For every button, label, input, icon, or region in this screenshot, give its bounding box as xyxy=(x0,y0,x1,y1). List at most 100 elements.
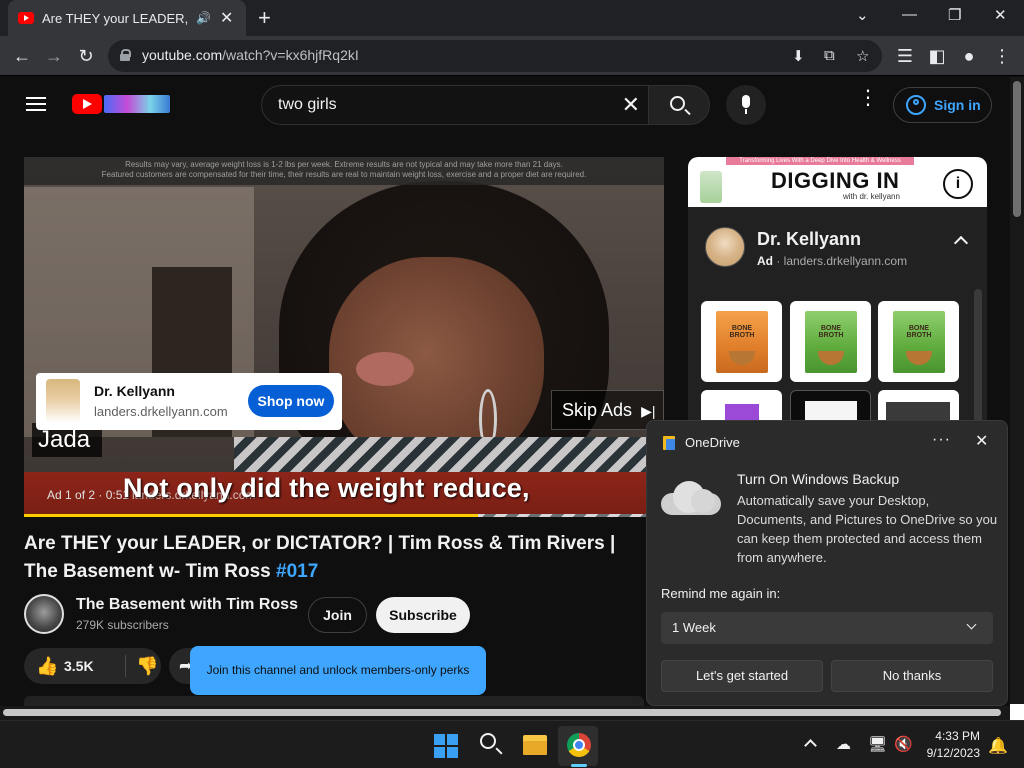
onedrive-tray-icon[interactable]: ☁ xyxy=(836,735,851,753)
product-label: BONE BROTH xyxy=(729,325,755,339)
no-thanks-button[interactable]: No thanks xyxy=(831,660,993,692)
clock-time[interactable]: 4:33 PM xyxy=(934,729,980,743)
lock-icon[interactable] xyxy=(120,49,131,61)
bookmark-star-icon[interactable]: ☆ xyxy=(856,47,869,65)
ad-card-domain: landers.drkellyann.com xyxy=(94,404,228,419)
subscribe-button[interactable]: Subscribe xyxy=(376,597,470,633)
skip-next-icon: ▶| xyxy=(641,403,656,419)
forward-button[interactable]: → xyxy=(42,44,66,68)
sign-in-button[interactable]: Sign in xyxy=(893,87,992,123)
panel-scrollbar[interactable] xyxy=(974,289,982,427)
product-card[interactable]: BONE BROTH xyxy=(701,301,782,382)
ad-domain[interactable]: landers.drkellyann.com xyxy=(784,254,907,268)
onedrive-notification: OneDrive ··· ✕ Turn On Windows Backup Au… xyxy=(646,420,1008,706)
description-box[interactable] xyxy=(24,696,644,706)
scrollbar-corner xyxy=(1010,704,1024,720)
url-host: youtube.com xyxy=(142,47,223,63)
profile-icon[interactable]: ● xyxy=(957,44,981,68)
settings-menu-icon[interactable]: ⋮ xyxy=(858,88,878,108)
account-icon xyxy=(906,95,926,115)
product-card[interactable]: BONE BROTH xyxy=(878,301,959,382)
guide-menu-icon[interactable] xyxy=(26,97,46,111)
ad-progress-bar[interactable] xyxy=(24,514,664,517)
volume-muted-icon[interactable]: 🔇 xyxy=(894,735,913,753)
video-frame-mouth xyxy=(356,352,414,386)
address-bar[interactable]: youtube.com/watch?v=kx6hjfRq2kI ⬇ ⧉ ☆ xyxy=(108,40,882,72)
tab-title: Are THEY your LEADER, or DI xyxy=(42,10,192,26)
minimize-button[interactable]: — xyxy=(902,6,917,23)
side-panel-icon[interactable]: ◧ xyxy=(925,44,949,68)
sidebar-ad-panel: Dr. Kellyann Ad · landers.drkellyann.com… xyxy=(688,207,987,431)
notification-body: Automatically save your Desktop, Documen… xyxy=(737,493,998,565)
dislike-icon[interactable]: 👎 xyxy=(136,656,158,677)
banner-title: DIGGING IN xyxy=(771,168,900,193)
advertiser-avatar xyxy=(46,379,80,423)
horizontal-scroll-thumb[interactable] xyxy=(3,709,1001,716)
remind-interval-select[interactable]: 1 Week xyxy=(661,612,993,644)
video-player[interactable]: Results may vary, average weight loss is… xyxy=(24,157,664,517)
subscriber-count: 279K subscribers xyxy=(76,618,169,632)
restore-button[interactable]: ❐ xyxy=(948,6,961,24)
channel-avatar[interactable] xyxy=(24,594,64,634)
ad-overlay-card[interactable]: Dr. Kellyann landers.drkellyann.com Shop… xyxy=(36,373,342,430)
page-horizontal-scrollbar[interactable] xyxy=(0,706,1010,720)
youtube-doodle[interactable] xyxy=(104,95,170,113)
notification-app-name: OneDrive xyxy=(685,435,740,450)
url-text[interactable]: youtube.com/watch?v=kx6hjfRq2kI xyxy=(142,47,359,63)
clock-date[interactable]: 9/12/2023 xyxy=(918,746,980,760)
voice-search-button[interactable] xyxy=(726,85,766,125)
remind-label: Remind me again in: xyxy=(661,586,781,601)
show-hidden-icons-chevron[interactable] xyxy=(804,739,817,752)
advertiser-avatar[interactable] xyxy=(705,227,745,267)
collapse-chevron-icon[interactable] xyxy=(953,235,969,251)
search-button[interactable] xyxy=(648,85,710,125)
youtube-logo-icon[interactable] xyxy=(72,94,102,114)
new-tab-button[interactable]: + xyxy=(258,5,271,31)
url-path: /watch?v=kx6hjfRq2kI xyxy=(222,47,359,63)
chrome-menu-icon[interactable]: ⋮ xyxy=(990,44,1014,68)
tab-search-chevron-icon[interactable]: ⌄ xyxy=(856,6,869,24)
join-button[interactable]: Join xyxy=(308,597,367,633)
like-count[interactable]: 3.5K xyxy=(64,658,94,674)
ad-disclaimer: Results may vary, average weight loss is… xyxy=(24,157,664,185)
network-icon[interactable]: 🖥 xyxy=(868,735,887,753)
video-hashtag[interactable]: #017 xyxy=(276,561,318,582)
browser-tab[interactable]: Are THEY your LEADER, or DI 🔊 ✕ xyxy=(8,0,246,36)
product-card[interactable]: BONE BROTH xyxy=(790,301,871,382)
tab-close-icon[interactable]: ✕ xyxy=(220,8,233,28)
file-explorer-icon[interactable] xyxy=(523,735,547,755)
ad-progress-fill xyxy=(24,514,479,517)
shop-now-button[interactable]: Shop now xyxy=(248,385,334,417)
clear-search-icon[interactable]: ✕ xyxy=(622,92,640,118)
reload-button[interactable]: ↻ xyxy=(74,44,98,68)
banner-product-jar xyxy=(700,171,722,203)
ad-info-icon[interactable]: i xyxy=(943,169,973,199)
lets-get-started-button[interactable]: Let's get started xyxy=(661,660,823,692)
vertical-scroll-thumb[interactable] xyxy=(1013,81,1021,217)
channel-name[interactable]: The Basement with Tim Ross xyxy=(76,596,298,614)
search-input[interactable]: two girls ✕ xyxy=(261,85,649,125)
sign-in-label: Sign in xyxy=(934,97,981,113)
onedrive-cloud-icon xyxy=(661,479,721,515)
close-window-button[interactable]: ✕ xyxy=(994,6,1007,24)
share-icon[interactable]: ⧉ xyxy=(824,47,835,64)
install-app-icon[interactable]: ⬇ xyxy=(792,47,805,65)
back-button[interactable]: ← xyxy=(10,44,34,68)
more-options-icon[interactable]: ··· xyxy=(932,431,951,449)
page-vertical-scrollbar[interactable] xyxy=(1010,77,1024,707)
notification-bell-icon[interactable]: 🔔 xyxy=(988,736,1008,756)
media-control-icon[interactable]: ☰ xyxy=(893,44,917,68)
remind-interval-value: 1 Week xyxy=(672,620,716,635)
advertiser-name[interactable]: Dr. Kellyann xyxy=(757,229,861,250)
start-button-windows-icon[interactable] xyxy=(434,734,458,758)
product-label: BONE BROTH xyxy=(818,325,844,339)
ad-disclaimer-line-2: Featured customers are compensated for t… xyxy=(101,170,587,179)
like-divider xyxy=(125,655,126,677)
tab-audio-icon[interactable]: 🔊 xyxy=(196,11,212,25)
like-dislike-group: 👍 3.5K 👎 xyxy=(24,648,161,684)
close-notification-icon[interactable]: ✕ xyxy=(975,431,988,451)
like-icon[interactable]: 👍 xyxy=(36,656,58,677)
taskbar-search-icon[interactable] xyxy=(480,733,496,749)
youtube-favicon-icon xyxy=(18,12,34,24)
ad-advertiser-name: Dr. Kellyann xyxy=(94,383,175,399)
